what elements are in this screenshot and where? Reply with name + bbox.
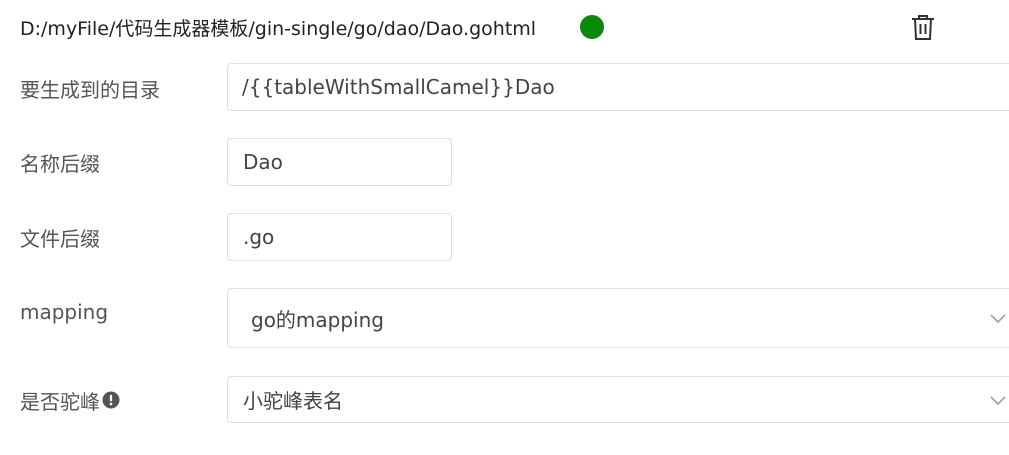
- camel-value: 小驼峰表名: [243, 389, 343, 413]
- template-config-panel: D:/myFile/代码生成器模板/gin-single/go/dao/Dao.…: [0, 0, 1009, 455]
- mapping-label-text: mapping: [20, 300, 109, 324]
- name-suffix-input[interactable]: Dao: [227, 138, 452, 186]
- chevron-down-icon: [990, 395, 1006, 405]
- chevron-down-icon: [990, 314, 1006, 324]
- camel-label: 是否驼峰: [20, 384, 120, 416]
- file-path: D:/myFile/代码生成器模板/gin-single/go/dao/Dao.…: [20, 17, 537, 40]
- mapping-value: go的mapping: [251, 307, 384, 332]
- delete-button[interactable]: [906, 10, 940, 44]
- status-indicator: [580, 15, 604, 39]
- file-header: D:/myFile/代码生成器模板/gin-single/go/dao/Dao.…: [20, 10, 536, 44]
- mapping-label: mapping: [20, 296, 108, 328]
- name-suffix-value: Dao: [243, 150, 283, 174]
- mapping-select[interactable]: go的mapping: [227, 288, 1009, 348]
- target-dir-label: 要生成到的目录: [20, 72, 160, 104]
- trash-icon: [912, 15, 934, 40]
- file-suffix-input[interactable]: .go: [227, 213, 452, 261]
- exclamation-circle-icon[interactable]: [102, 391, 120, 409]
- name-suffix-label-text: 名称后缀: [20, 151, 100, 176]
- target-dir-value: /{{tableWithSmallCamel}}Dao: [242, 75, 555, 99]
- target-dir-input[interactable]: /{{tableWithSmallCamel}}Dao: [227, 63, 1009, 111]
- file-suffix-value: .go: [243, 225, 275, 249]
- file-suffix-label: 文件后缀: [20, 221, 100, 253]
- file-suffix-label-text: 文件后缀: [20, 226, 100, 251]
- name-suffix-label: 名称后缀: [20, 146, 100, 178]
- camel-label-text: 是否驼峰: [20, 389, 100, 414]
- target-dir-label-text: 要生成到的目录: [20, 77, 160, 102]
- camel-select[interactable]: 小驼峰表名: [227, 376, 1009, 423]
